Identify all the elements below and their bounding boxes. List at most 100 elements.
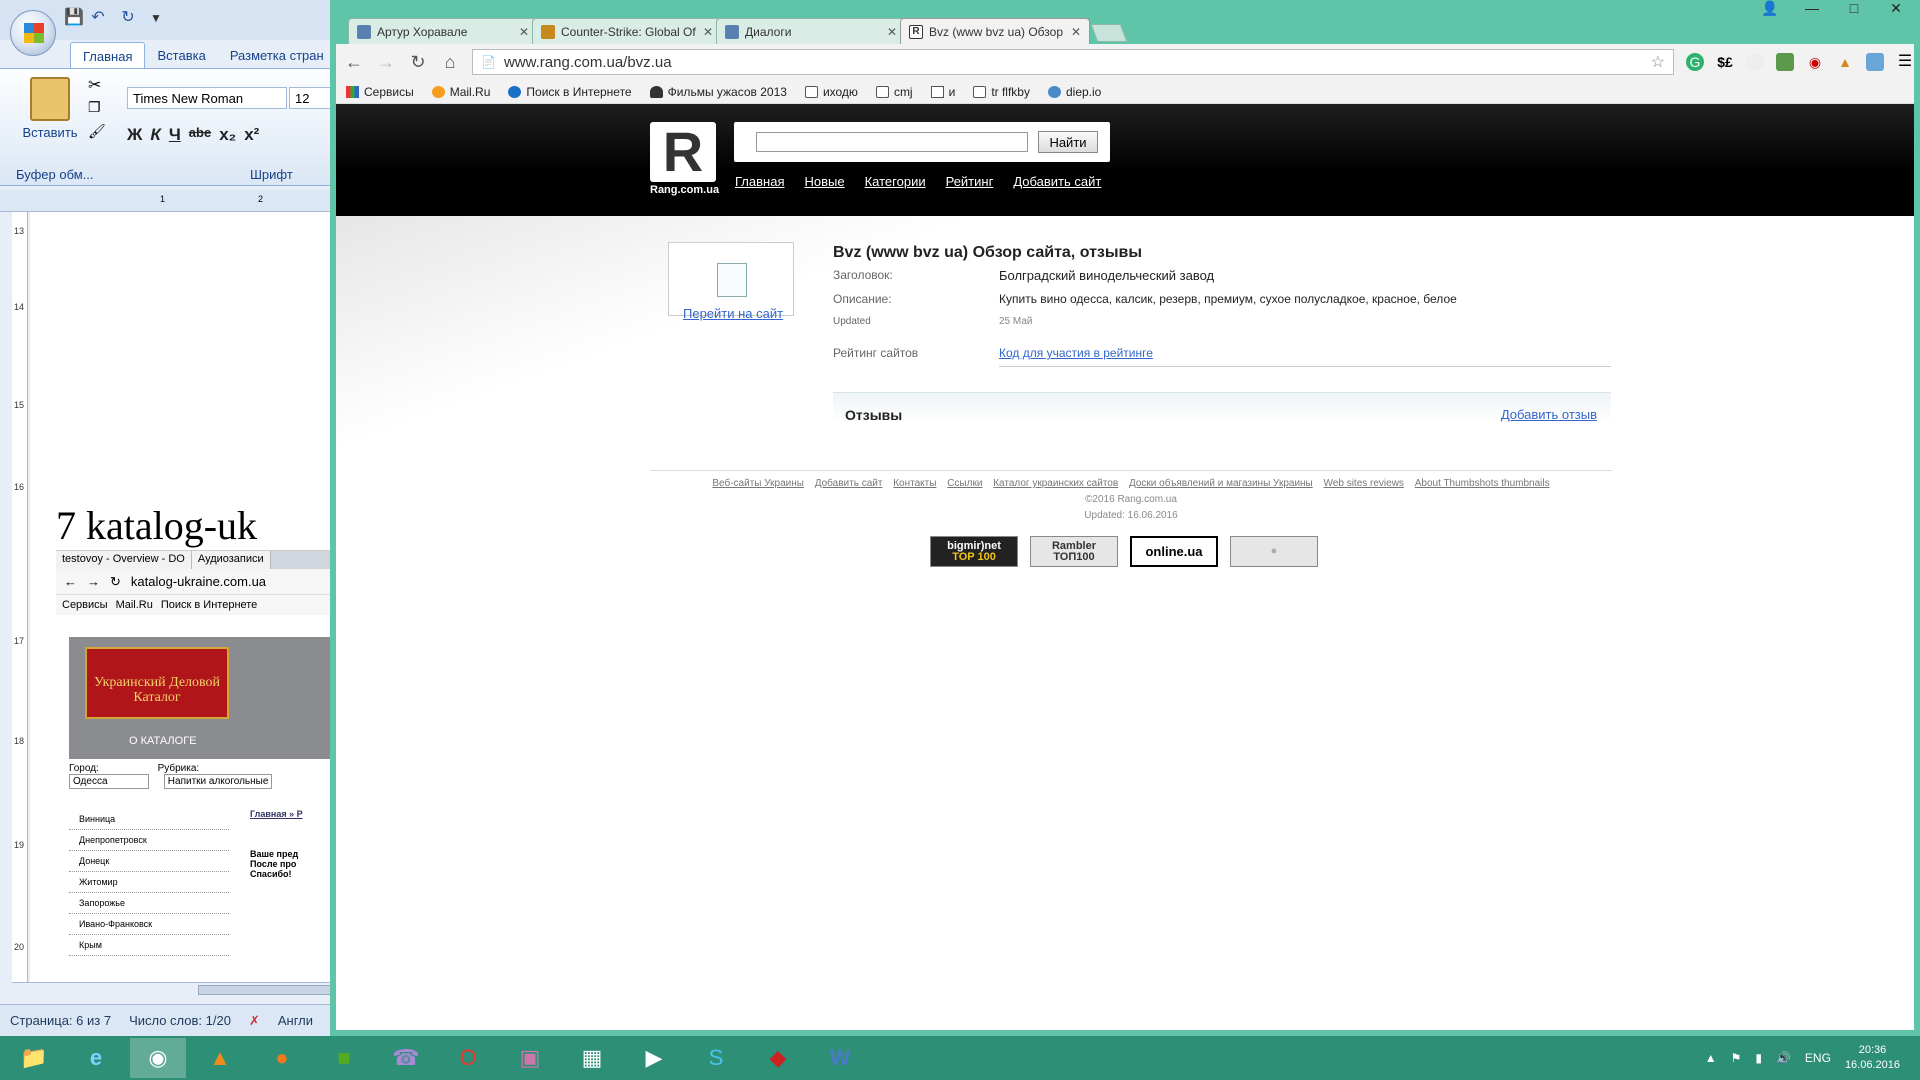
footer-link[interactable]: Ссылки xyxy=(947,478,982,489)
media-player-icon[interactable]: ▶ xyxy=(626,1038,682,1078)
user-icon[interactable]: 👤 xyxy=(1756,0,1784,17)
address-bar[interactable]: 📄 www.rang.com.ua/bvz.ua ☆ xyxy=(472,49,1674,75)
back-icon[interactable]: ← xyxy=(344,52,364,73)
bigmir-counter[interactable]: bigmir)net TOP 100 xyxy=(930,536,1018,567)
tab-home[interactable]: Главная xyxy=(70,42,146,68)
rating-code-link[interactable]: Код для участия в рейтинге xyxy=(999,346,1153,360)
footer-link[interactable]: Веб-сайты Украины xyxy=(712,478,804,489)
game-icon[interactable]: ■ xyxy=(316,1038,372,1078)
font-size-box[interactable]: 12 xyxy=(289,87,336,109)
nav-new[interactable]: Новые xyxy=(804,174,844,189)
word-icon[interactable]: W xyxy=(812,1038,868,1078)
close-icon[interactable]: ✕ xyxy=(519,25,529,39)
save-icon[interactable]: 💾 xyxy=(64,8,84,28)
rambler-counter[interactable]: Rambler ТОП100 xyxy=(1030,536,1118,567)
skype-icon[interactable]: S xyxy=(688,1038,744,1078)
footer-link[interactable]: Web sites reviews xyxy=(1324,478,1404,489)
bookmark-item[interactable]: иходю xyxy=(804,85,858,99)
flag-icon[interactable]: ⚑ xyxy=(1731,1051,1742,1065)
search-button[interactable]: Найти xyxy=(1038,131,1098,153)
strikethrough-button[interactable]: abe xyxy=(189,125,211,145)
office-button[interactable] xyxy=(10,10,56,56)
bookmark-item[interactable]: Фильмы ужасов 2013 xyxy=(649,85,787,99)
extension-icon[interactable] xyxy=(1866,53,1884,71)
vlc-icon[interactable]: ▲ xyxy=(192,1038,248,1078)
bookmark-star-icon[interactable]: ☆ xyxy=(1651,52,1665,72)
network-icon[interactable]: ▮ xyxy=(1755,1051,1762,1065)
footer-link[interactable]: Добавить сайт xyxy=(815,478,883,489)
paste-button[interactable]: Вставить xyxy=(20,77,80,140)
extension-icon[interactable]: ▲ xyxy=(1836,53,1854,71)
bookmark-item[interactable]: tr flfkby xyxy=(973,85,1030,99)
copy-icon[interactable]: ❐ xyxy=(88,99,101,116)
proofing-icon[interactable]: ✗ xyxy=(249,1013,260,1029)
bookmark-item[interactable]: и xyxy=(930,85,955,99)
horizontal-scrollbar[interactable] xyxy=(12,982,336,996)
new-tab-button[interactable] xyxy=(1090,24,1128,42)
subscript-button[interactable]: x₂ xyxy=(219,125,236,145)
extension-icon[interactable] xyxy=(1746,53,1764,71)
bookmark-item[interactable]: diep.io xyxy=(1047,85,1101,99)
search-input[interactable] xyxy=(756,132,1028,152)
font-name-box[interactable]: Times New Roman xyxy=(127,87,287,109)
home-icon[interactable]: ⌂ xyxy=(440,52,460,73)
horizontal-ruler[interactable]: 1 2 xyxy=(0,190,336,212)
dota-icon[interactable]: ◆ xyxy=(750,1038,806,1078)
go-to-site-link[interactable]: Перейти на сайт xyxy=(683,306,783,321)
site-thumbnail[interactable] xyxy=(668,242,794,316)
online-ua-counter[interactable]: online.ua xyxy=(1130,536,1218,567)
calculator-icon[interactable]: ▦ xyxy=(564,1038,620,1078)
maximize-icon[interactable]: □ xyxy=(1840,0,1868,17)
document-page[interactable]: 7 katalog-uk testovoy - Overview - DO Ау… xyxy=(30,212,336,982)
scroll-thumb[interactable] xyxy=(198,985,336,995)
footer-link[interactable]: About Thumbshots thumbnails xyxy=(1415,478,1550,489)
italic-button[interactable]: К xyxy=(150,125,160,145)
site-logo[interactable]: R xyxy=(650,122,716,182)
forward-icon[interactable]: → xyxy=(376,52,396,73)
viber-icon[interactable]: ☎ xyxy=(378,1038,434,1078)
redo-icon[interactable]: ↻ xyxy=(118,8,138,28)
page-count[interactable]: Страница: 6 из 7 xyxy=(10,1013,111,1028)
close-icon[interactable]: ✕ xyxy=(887,25,897,39)
bookmark-item[interactable]: cmj xyxy=(875,85,913,99)
internet-explorer-icon[interactable]: e xyxy=(68,1038,124,1078)
bold-button[interactable]: Ж xyxy=(127,125,142,145)
word-count[interactable]: Число слов: 1/20 xyxy=(129,1013,231,1028)
cut-icon[interactable]: ✂ xyxy=(88,75,101,95)
footer-link[interactable]: Контакты xyxy=(893,478,936,489)
undo-icon[interactable]: ↶ xyxy=(88,8,108,28)
close-icon[interactable]: ✕ xyxy=(703,25,713,39)
customize-qat-icon[interactable]: ▼ xyxy=(146,8,166,28)
extension-icon[interactable]: ◉ xyxy=(1806,53,1824,71)
file-explorer-icon[interactable]: 📁 xyxy=(6,1038,62,1078)
nav-categories[interactable]: Категории xyxy=(865,174,926,189)
firefox-icon[interactable]: ● xyxy=(254,1038,310,1078)
menu-icon[interactable]: ☰ xyxy=(1896,53,1914,71)
nav-rating[interactable]: Рейтинг xyxy=(946,174,994,189)
close-icon[interactable]: ✕ xyxy=(1071,25,1081,39)
superscript-button[interactable]: x² xyxy=(244,125,259,145)
blank-counter-icon[interactable]: ● xyxy=(1230,536,1318,567)
minimize-icon[interactable]: — xyxy=(1798,0,1826,17)
add-review-link[interactable]: Добавить отзыв xyxy=(1501,407,1597,422)
winrar-icon[interactable]: ▣ xyxy=(502,1038,558,1078)
tab-insert[interactable]: Вставка xyxy=(145,42,217,68)
url-text[interactable]: www.rang.com.ua/bvz.ua xyxy=(504,54,672,71)
vertical-ruler[interactable]: 13 14 15 16 17 18 19 20 xyxy=(12,212,28,982)
clock[interactable]: 20:36 16.06.2016 xyxy=(1845,1043,1900,1073)
extension-icon[interactable]: G xyxy=(1686,53,1704,71)
chrome-icon[interactable]: ◉ xyxy=(130,1038,186,1078)
volume-icon[interactable]: 🔊 xyxy=(1776,1051,1791,1065)
footer-link[interactable]: Каталог украинских сайтов xyxy=(993,478,1118,489)
browser-tab[interactable]: Counter-Strike: Global Of ✕ xyxy=(532,18,722,44)
language-indicator[interactable]: Англи xyxy=(278,1013,313,1028)
browser-tab[interactable]: Артур Хоравале ✕ xyxy=(348,18,538,44)
currency-extension-icon[interactable]: $£ xyxy=(1716,53,1734,71)
browser-tab-active[interactable]: R Bvz (www bvz ua) Обзор ✕ xyxy=(900,18,1090,44)
format-painter-icon[interactable]: 🖌 xyxy=(88,123,106,140)
close-window-icon[interactable]: ✕ xyxy=(1882,0,1910,17)
reload-icon[interactable]: ↻ xyxy=(408,52,428,73)
extension-icon[interactable] xyxy=(1776,53,1794,71)
bookmark-item[interactable]: Mail.Ru xyxy=(431,85,490,99)
nav-home[interactable]: Главная xyxy=(735,174,784,189)
